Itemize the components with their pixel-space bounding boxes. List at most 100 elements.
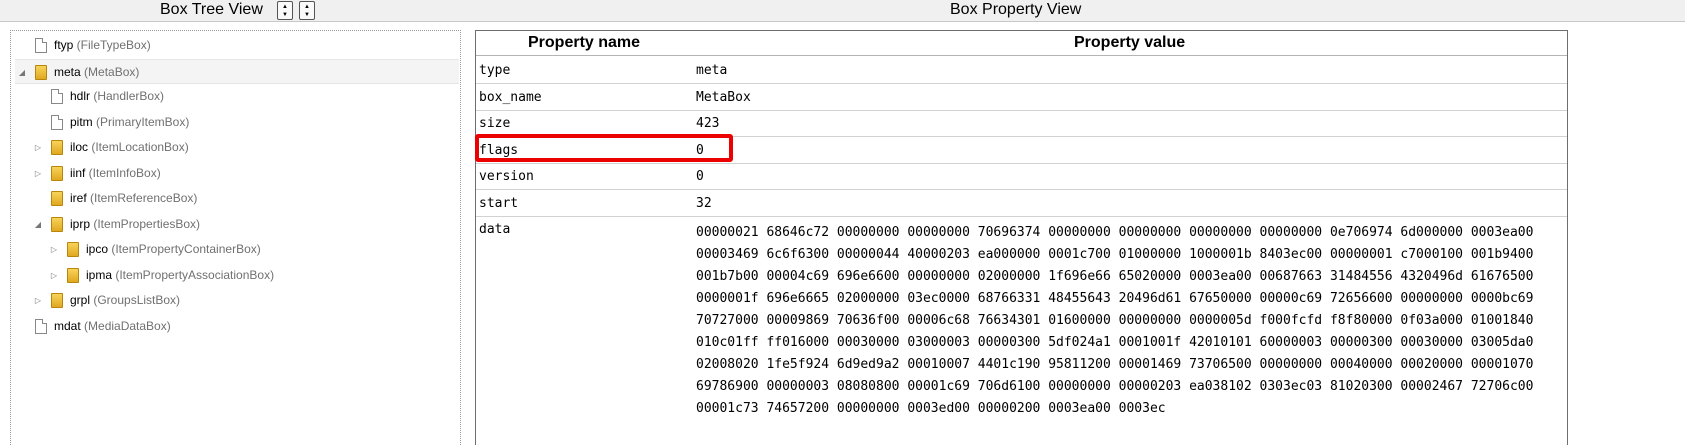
- tree-node-iinf[interactable]: ▷ iinf (ItemInfoBox): [15, 161, 459, 186]
- hex-line: 0000001f 696e6665 02000000 03ec0000 6876…: [696, 291, 1534, 306]
- tree-node-label: ftyp (FileTypeBox): [54, 33, 151, 58]
- folder-icon: [35, 64, 47, 80]
- box-type-label: pitm: [70, 114, 93, 129]
- folder-icon: [67, 267, 79, 283]
- sort-toggle-button[interactable]: ▲ ▼: [277, 1, 293, 20]
- property-row-box-name[interactable]: box_name MetaBox: [476, 84, 1567, 111]
- box-type-label: ipco: [86, 242, 109, 256]
- file-icon: [35, 38, 47, 53]
- sort-order-button[interactable]: ▲ ▼: [299, 1, 315, 20]
- hex-line: 001b7b00 00004c69 696e6600 00000000 0200…: [696, 269, 1534, 284]
- expand-arrow-icon[interactable]: ▷: [49, 263, 59, 288]
- tree-node-ftyp[interactable]: ftyp (FileTypeBox): [15, 33, 459, 58]
- tree-node-ipco[interactable]: ▷ ipco (ItemPropertyContainerBox): [15, 237, 459, 262]
- property-name-cell: data: [479, 222, 511, 237]
- tree-node-label: iinf (ItemInfoBox): [70, 161, 161, 186]
- tree-node-label: ipco (ItemPropertyContainerBox): [86, 237, 261, 262]
- box-type-label: iprp: [70, 216, 91, 231]
- box-class-name-label: (MediaDataBox): [80, 318, 171, 333]
- property-value-cell: meta: [696, 63, 728, 78]
- sort-up-arrow-icon: ▲: [304, 4, 310, 10]
- property-value-cell: 32: [696, 195, 712, 211]
- box-type-label: grpl: [70, 293, 91, 307]
- property-value-column-header[interactable]: Property value: [1074, 34, 1185, 52]
- sort-down-arrow-icon: ▼: [282, 12, 288, 18]
- box-class-name-label: (ItemPropertiesBox): [90, 216, 201, 231]
- expand-arrow-icon[interactable]: ▷: [33, 161, 43, 186]
- box-class-name-label: (ItemPropertyAssociationBox): [112, 267, 275, 282]
- hex-line: 00001c73 74657200 00000000 0003ed00 0000…: [696, 401, 1166, 416]
- box-tree[interactable]: ftyp (FileTypeBox) ◢ meta (MetaBox) hdlr (H…: [10, 30, 461, 445]
- property-row-size[interactable]: size 423: [476, 110, 1567, 137]
- box-property-view-title: Box Property View: [950, 1, 1082, 18]
- box-class-name-label: (ItemReferenceBox): [86, 191, 198, 205]
- expand-arrow-icon[interactable]: ▷: [33, 135, 43, 160]
- tree-node-hdlr[interactable]: hdlr (HandlerBox): [15, 84, 459, 109]
- property-name-cell: version: [479, 169, 534, 184]
- tree-node-label: iprp (ItemPropertiesBox): [70, 212, 200, 237]
- tree-node-label: pitm (PrimaryItemBox): [70, 110, 189, 135]
- box-class-name-label: (ItemInfoBox): [85, 165, 161, 180]
- property-row-start[interactable]: start 32: [476, 190, 1567, 217]
- tree-node-mdat[interactable]: mdat (MediaDataBox): [15, 314, 459, 339]
- tree-node-label: meta (MetaBox): [54, 60, 139, 85]
- sort-down-arrow-icon: ▼: [304, 12, 310, 18]
- header-bar: Box Tree View ▲ ▼ ▲ ▼ Box Property View: [0, 0, 1685, 22]
- tree-node-iprp[interactable]: ◢ iprp (ItemPropertiesBox): [15, 212, 459, 237]
- tree-node-label: mdat (MediaDataBox): [54, 314, 171, 339]
- box-type-label: iloc: [70, 140, 89, 154]
- hex-line: 00000021 68646c72 00000000 00000000 7069…: [696, 225, 1534, 240]
- property-row-type[interactable]: type meta: [476, 57, 1567, 84]
- box-class-name-label: (FileTypeBox): [73, 38, 151, 52]
- folder-icon: [67, 242, 79, 257]
- tree-node-iref[interactable]: iref (ItemReferenceBox): [15, 186, 459, 211]
- property-value-cell: 423: [696, 116, 720, 131]
- expand-arrow-icon[interactable]: ▷: [49, 237, 59, 262]
- hex-line: 70727000 00009869 70636f00 00006c68 7663…: [696, 313, 1534, 328]
- box-tree-view-title: Box Tree View: [160, 1, 263, 18]
- hex-line: 00003469 6c6f6300 00000044 40000203 ea00…: [696, 247, 1534, 262]
- property-table: Property name Property value type meta box…: [475, 30, 1568, 445]
- folder-icon: [51, 293, 63, 308]
- hex-line: 02008020 1fe5f924 6d9ed9a2 00010007 4401…: [696, 357, 1534, 372]
- property-name-cell: start: [479, 195, 519, 211]
- box-type-label: hdlr: [70, 89, 91, 103]
- expand-arrow-icon[interactable]: ▷: [33, 288, 43, 313]
- box-class-name-label: (GroupsListBox): [90, 293, 181, 307]
- property-name-cell: size: [479, 116, 511, 131]
- folder-icon: [51, 216, 63, 232]
- property-name-column-header[interactable]: Property name: [528, 34, 640, 52]
- tree-node-label: ipma (ItemPropertyAssociationBox): [86, 263, 274, 288]
- property-name-cell: type: [479, 63, 511, 78]
- property-row-data[interactable]: data 00000021 68646c72 00000000 00000000…: [476, 216, 1567, 416]
- tree-node-meta[interactable]: ◢ meta (MetaBox): [15, 58, 459, 85]
- hex-line: 010c01ff ff016000 00030000 03000003 0000…: [696, 335, 1534, 350]
- box-type-label: ipma: [86, 267, 113, 282]
- folder-icon: [51, 191, 63, 206]
- tree-node-iloc[interactable]: ▷ iloc (ItemLocationBox): [15, 135, 459, 160]
- property-value-cell: 0: [696, 169, 704, 184]
- box-type-label: iref: [70, 191, 87, 205]
- file-icon: [35, 318, 47, 334]
- box-class-name-label: (HandlerBox): [90, 89, 165, 103]
- property-row-version[interactable]: version 0: [476, 163, 1567, 190]
- file-icon: [51, 89, 63, 104]
- box-class-name-label: (MetaBox): [80, 64, 140, 79]
- hex-line: 69786900 00000003 08080800 00001c69 706d…: [696, 379, 1534, 394]
- tree-node-ipma[interactable]: ▷ ipma (ItemPropertyAssociationBox): [15, 263, 459, 288]
- file-icon: [51, 114, 63, 130]
- tree-node-grpl[interactable]: ▷ grpl (GroupsListBox): [15, 288, 459, 313]
- property-value-cell: MetaBox: [696, 89, 751, 105]
- data-hex-value: 00000021 68646c72 00000000 00000000 7069…: [696, 222, 1533, 420]
- collapse-arrow-icon[interactable]: ◢: [17, 60, 27, 85]
- box-class-name-label: (PrimaryItemBox): [92, 114, 190, 129]
- box-type-label: mdat: [54, 318, 81, 333]
- box-type-label: iinf: [70, 165, 86, 180]
- sort-up-arrow-icon: ▲: [282, 4, 288, 10]
- collapse-arrow-icon[interactable]: ◢: [33, 212, 43, 237]
- tree-node-label: iref (ItemReferenceBox): [70, 186, 197, 211]
- tree-node-label: hdlr (HandlerBox): [70, 84, 164, 109]
- box-class-name-label: (ItemPropertyContainerBox): [108, 242, 261, 256]
- tree-node-pitm[interactable]: pitm (PrimaryItemBox): [15, 110, 459, 135]
- property-table-header: Property name Property value: [476, 31, 1567, 56]
